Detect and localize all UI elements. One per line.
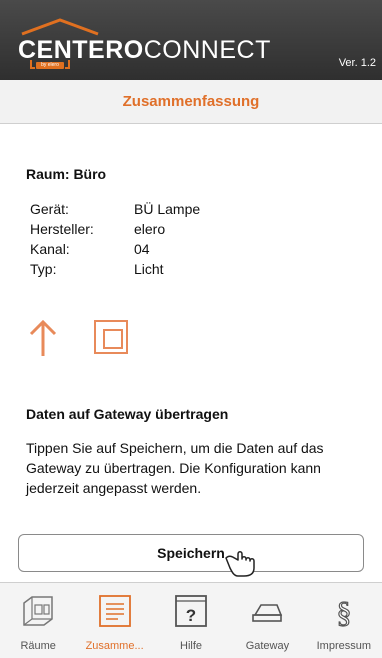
detail-value: 04 <box>134 241 150 257</box>
detail-label: Gerät: <box>30 201 69 217</box>
summary-content: Raum: Büro Gerät: BÜ Lampe Hersteller: e… <box>0 124 382 578</box>
detail-row-type: Typ: Licht <box>30 259 200 279</box>
detail-value: BÜ Lampe <box>134 201 201 217</box>
detail-row-channel: Kanal: 04 <box>30 239 200 259</box>
logo-bracket-right <box>65 60 70 69</box>
detail-label: Typ: <box>30 261 57 277</box>
save-button[interactable]: Speichern <box>18 534 364 572</box>
paragraph-icon: § <box>336 595 352 629</box>
transfer-description: Tippen Sie auf Speichern, um die Daten a… <box>26 440 324 496</box>
logo-byline: by elero <box>36 62 64 69</box>
tab-label: Impressum <box>316 640 372 652</box>
arrow-up-icon[interactable] <box>28 318 58 358</box>
tab-label: Gateway <box>245 640 290 652</box>
app-header: CENTEROCONNECT by elero Ver. 1.2 <box>0 0 382 80</box>
rooms-icon <box>23 596 53 626</box>
room-heading: Raum: Büro <box>26 166 107 182</box>
house-logo-icon <box>21 18 99 36</box>
logo-bracket-left <box>30 60 35 69</box>
tab-imprint[interactable]: § Impressum <box>306 583 382 658</box>
tab-label: Hilfe <box>180 640 203 652</box>
version-label: Ver. 1.2 <box>338 57 376 69</box>
tab-gateway[interactable]: Gateway <box>229 583 305 658</box>
bottom-tab-bar: Räume Zusamme... ? Hilfe Gateway § Impre… <box>0 582 382 658</box>
tab-summary[interactable]: Zusamme... <box>76 583 152 658</box>
detail-row-manufacturer: Hersteller: elero <box>30 219 200 239</box>
summary-icon <box>98 595 131 627</box>
detail-value: elero <box>134 221 166 237</box>
page-title: Zusammenfassung <box>122 93 260 110</box>
page-title-bar: Zusammenfassung <box>0 80 382 124</box>
tab-label: Zusamme... <box>85 640 144 652</box>
stop-square-icon[interactable] <box>94 320 128 354</box>
pointing-hand-icon <box>225 551 255 577</box>
svg-text:?: ? <box>186 606 196 625</box>
transfer-heading: Daten auf Gateway übertragen <box>26 406 229 422</box>
brand-logo: CENTEROCONNECT <box>18 36 271 64</box>
tab-help[interactable]: ? Hilfe <box>153 583 229 658</box>
detail-label: Kanal: <box>30 241 70 257</box>
detail-row-device: Gerät: BÜ Lampe <box>30 199 200 219</box>
detail-value: Licht <box>134 261 164 277</box>
detail-label: Hersteller: <box>30 221 94 237</box>
save-button-label: Speichern <box>157 545 225 561</box>
device-details: Gerät: BÜ Lampe Hersteller: elero Kanal:… <box>30 199 200 279</box>
gateway-icon <box>252 604 283 622</box>
help-icon: ? <box>175 595 207 627</box>
svg-text:§: § <box>336 596 351 629</box>
tab-label: Räume <box>20 640 56 652</box>
tab-rooms[interactable]: Räume <box>0 583 76 658</box>
